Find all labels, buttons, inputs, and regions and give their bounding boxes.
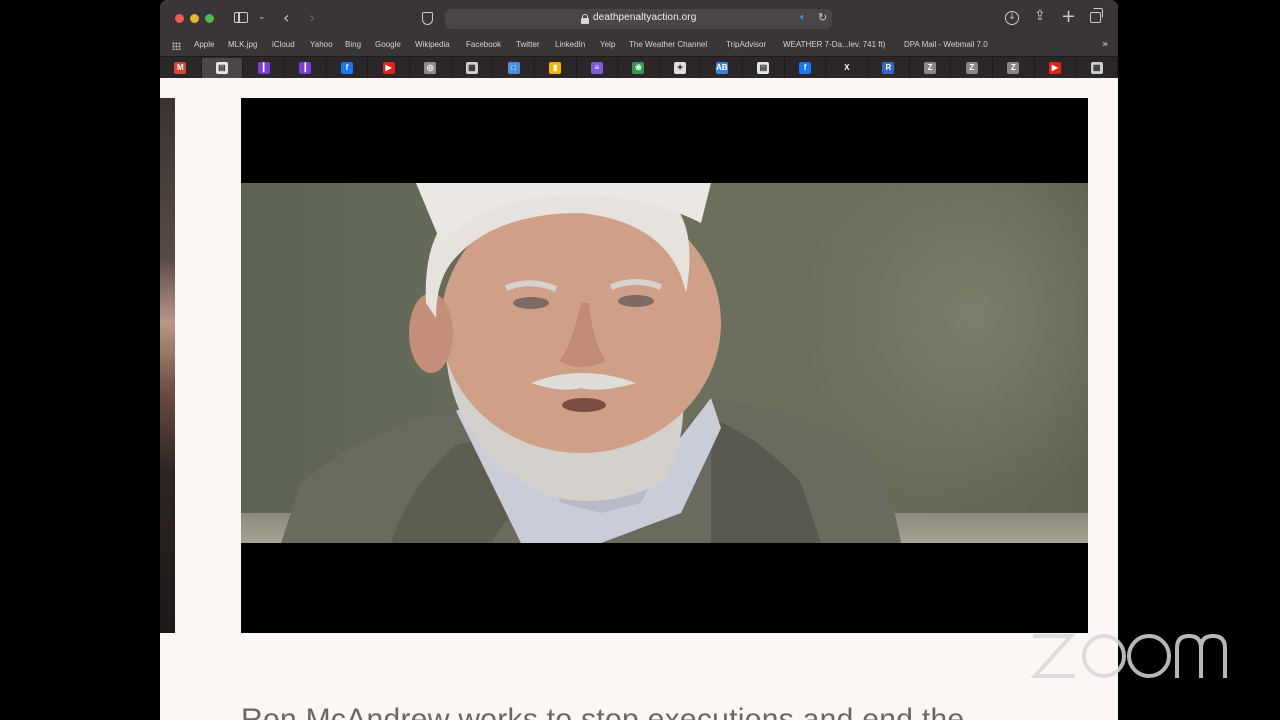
favorite-linkedin[interactable]: LinkedIn bbox=[555, 40, 585, 49]
browser-window: ⌄ ‹ › deathpenaltyaction.org 🔈︎ ↻ ↓ ⇪ + … bbox=[160, 0, 1118, 720]
favorite-weather-7-day[interactable]: WEATHER 7-Da...lev. 741 ft) bbox=[783, 40, 885, 49]
calendar-icon: ▦ bbox=[465, 62, 478, 74]
url-text[interactable]: deathpenaltyaction.org bbox=[593, 12, 696, 23]
favorite-bing[interactable]: Bing bbox=[345, 40, 361, 49]
browser-tab[interactable]: ◎ bbox=[410, 58, 452, 78]
favorite-twitter[interactable]: Twitter bbox=[516, 40, 540, 49]
video-player[interactable] bbox=[241, 98, 1088, 633]
interview-subject-image bbox=[281, 183, 901, 543]
previous-slide-image[interactable] bbox=[160, 98, 175, 633]
favorite-weather-channel[interactable]: The Weather Channel bbox=[629, 40, 707, 49]
privacy-shield-icon[interactable] bbox=[422, 12, 433, 25]
facebook-icon: f bbox=[340, 62, 353, 74]
browser-tab[interactable]: ❀ bbox=[618, 58, 660, 78]
stripes-icon: ┃ bbox=[299, 62, 312, 74]
browser-tab[interactable]: ▶ bbox=[368, 58, 410, 78]
z-icon: Z bbox=[924, 62, 937, 74]
favorite-icloud[interactable]: iCloud bbox=[272, 40, 295, 49]
globe-icon: ◎ bbox=[424, 62, 437, 74]
stripes-icon: ┃ bbox=[257, 62, 270, 74]
favorite-mlk-jpg[interactable]: MLK.jpg bbox=[228, 40, 257, 49]
ab-icon: AB bbox=[715, 62, 728, 74]
bookmark-icon: ▮ bbox=[549, 62, 562, 74]
article-lead-text: Ron McAndrew works to stop executions an… bbox=[241, 703, 965, 720]
browser-tab[interactable]: □ bbox=[493, 58, 535, 78]
youtube-icon: ▶ bbox=[1049, 62, 1061, 74]
browser-tab[interactable]: ┃ bbox=[285, 58, 327, 78]
browser-tab[interactable]: Z bbox=[910, 58, 952, 78]
youtube-icon: ▶ bbox=[382, 62, 395, 74]
tab-strip: M ▤ ┃ ┃ f ▶ ◎ ▦ □ ▮ ≡ ❀ ✦ AB ▤ f X R Z Z Z ▶ ▦ bbox=[160, 56, 1118, 78]
z-icon: Z bbox=[1007, 62, 1020, 74]
zoom-watermark-logo bbox=[1030, 633, 1227, 678]
close-window-button[interactable] bbox=[175, 14, 184, 23]
browser-tab[interactable]: Z bbox=[993, 58, 1035, 78]
more-favorites-icon[interactable]: » bbox=[1102, 39, 1108, 50]
lock-icon bbox=[581, 14, 589, 24]
z-icon: Z bbox=[965, 62, 978, 74]
page-content: Ron McAndrew works to stop executions an… bbox=[160, 78, 1118, 720]
r-icon: R bbox=[882, 62, 895, 74]
favorite-facebook[interactable]: Facebook bbox=[466, 40, 501, 49]
browser-tab[interactable]: Z bbox=[951, 58, 994, 78]
forward-icon[interactable]: › bbox=[309, 10, 315, 26]
downloads-icon[interactable]: ↓ bbox=[1005, 11, 1019, 25]
leaf-icon: ❀ bbox=[632, 62, 645, 74]
browser-tab[interactable]: X bbox=[826, 58, 869, 78]
browser-tab[interactable]: ┃ bbox=[243, 58, 285, 78]
grid-icon[interactable] bbox=[172, 42, 181, 50]
page-icon: ▤ bbox=[215, 62, 228, 74]
browser-tab[interactable]: ▦ bbox=[1076, 58, 1118, 78]
x-icon: X bbox=[840, 62, 853, 74]
new-tab-icon[interactable]: + bbox=[1061, 8, 1076, 26]
address-bar[interactable]: deathpenaltyaction.org 🔈︎ ↻ bbox=[445, 9, 832, 29]
share-icon[interactable]: ⇪ bbox=[1034, 9, 1046, 23]
favorite-dpa-mail[interactable]: DPA Mail - Webmail 7.0 bbox=[904, 40, 988, 49]
facebook-icon: f bbox=[799, 62, 812, 74]
browser-tab[interactable]: ▤ bbox=[743, 58, 785, 78]
favorite-yahoo[interactable]: Yahoo bbox=[310, 40, 333, 49]
browser-tab[interactable]: f bbox=[785, 58, 827, 78]
browser-tab[interactable]: ▮ bbox=[535, 58, 577, 78]
favorite-yelp[interactable]: Yelp bbox=[600, 40, 615, 49]
browser-toolbar: ⌄ ‹ › deathpenaltyaction.org 🔈︎ ↻ ↓ ⇪ + bbox=[160, 0, 1118, 36]
favorites-bar: Apple MLK.jpg iCloud Yahoo Bing Google W… bbox=[160, 36, 1118, 56]
browser-tab[interactable]: ▤ bbox=[201, 58, 244, 78]
calendar-icon: ▦ bbox=[1090, 62, 1103, 74]
video-frame bbox=[241, 183, 1088, 543]
gmail-icon: M bbox=[174, 62, 187, 74]
sidebar-icon[interactable] bbox=[234, 12, 248, 23]
browser-tab[interactable]: M bbox=[160, 58, 202, 78]
back-icon[interactable]: ‹ bbox=[283, 10, 289, 26]
favorite-tripadvisor[interactable]: TripAdvisor bbox=[726, 40, 766, 49]
browser-tab[interactable]: AB bbox=[701, 58, 744, 78]
audio-playing-icon[interactable]: 🔈︎ bbox=[800, 12, 806, 23]
minimize-window-button[interactable] bbox=[190, 14, 199, 23]
tab-overview-icon[interactable] bbox=[1090, 8, 1103, 23]
favorite-apple[interactable]: Apple bbox=[194, 40, 214, 49]
browser-tab[interactable]: f bbox=[327, 58, 369, 78]
page-icon: ▤ bbox=[757, 62, 770, 74]
browser-tab[interactable]: ✦ bbox=[660, 58, 702, 78]
favorite-wikipedia[interactable]: Wikipedia bbox=[415, 40, 450, 49]
browser-tab[interactable]: ≡ bbox=[577, 58, 619, 78]
fullscreen-window-button[interactable] bbox=[205, 14, 214, 23]
bird-icon: ✦ bbox=[674, 62, 687, 74]
browser-tab[interactable]: R bbox=[868, 58, 910, 78]
list-icon: ≡ bbox=[590, 62, 603, 74]
doc-icon: □ bbox=[507, 62, 520, 74]
browser-tab[interactable]: ▦ bbox=[452, 58, 494, 78]
favorite-google[interactable]: Google bbox=[375, 40, 401, 49]
browser-tab[interactable]: ▶ bbox=[1035, 58, 1077, 78]
reload-icon[interactable]: ↻ bbox=[818, 11, 827, 24]
chevron-down-icon[interactable]: ⌄ bbox=[258, 13, 266, 22]
